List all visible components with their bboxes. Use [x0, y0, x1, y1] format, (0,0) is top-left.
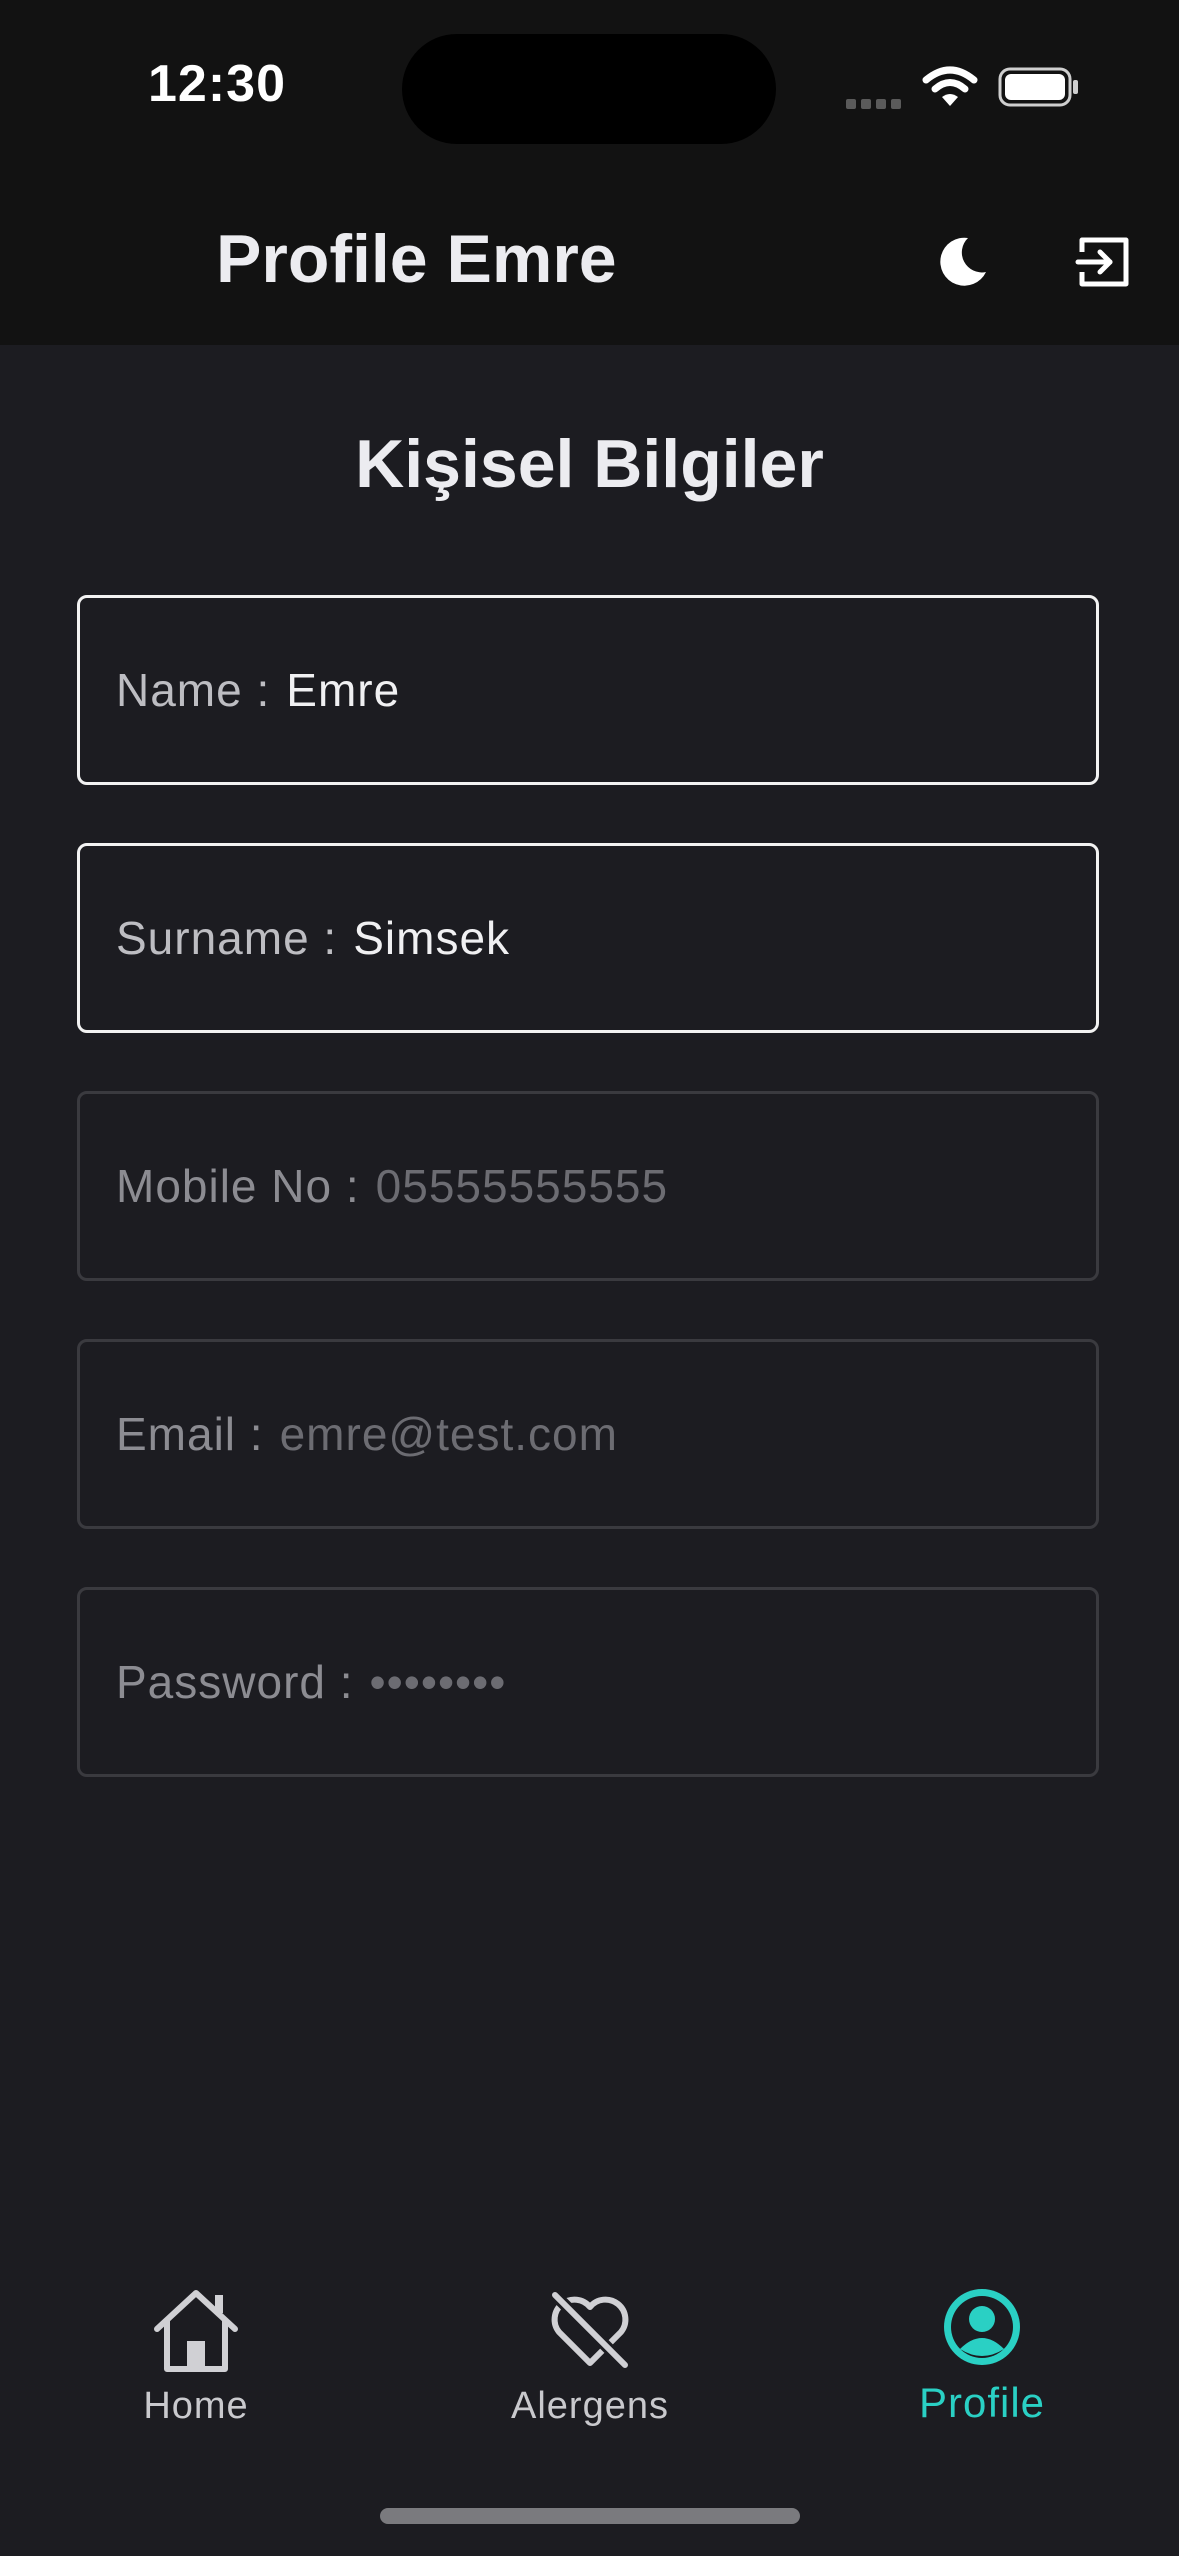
moon-icon: [940, 237, 986, 286]
name-label: Name :: [116, 664, 271, 716]
signal-icon: [846, 96, 906, 114]
app-header: Profile Emre: [0, 180, 1179, 345]
name-field[interactable]: Name : Emre: [77, 595, 1099, 785]
home-indicator[interactable]: [380, 2508, 800, 2524]
dynamic-island: [402, 34, 776, 144]
email-value: emre@test.com: [279, 1408, 618, 1460]
logout-button[interactable]: [1066, 224, 1142, 300]
tab-alergens-label: Alergens: [511, 2385, 669, 2427]
email-label: Email :: [116, 1408, 264, 1460]
section-title: Kişisel Bilgiler: [355, 426, 824, 502]
status-bar: 12:30: [0, 0, 1179, 180]
tab-alergens[interactable]: Alergens: [440, 2240, 740, 2440]
mobile-label: Mobile No :: [116, 1160, 360, 1212]
surname-field[interactable]: Surname : Simsek: [77, 843, 1099, 1033]
user-circle-icon: [944, 2289, 1020, 2365]
page-title: Profile Emre: [216, 221, 617, 297]
tab-profile-label: Profile: [918, 2379, 1046, 2426]
tab-home-label: Home: [143, 2385, 249, 2427]
email-field[interactable]: Email : emre@test.com: [77, 1339, 1099, 1529]
password-label: Password :: [116, 1656, 354, 1708]
wifi-icon: [922, 66, 978, 106]
mobile-field[interactable]: Mobile No : 05555555555: [77, 1091, 1099, 1281]
surname-label: Surname :: [116, 912, 338, 964]
heart-crossed-icon: [549, 2289, 631, 2371]
name-value: Emre: [286, 664, 401, 716]
tab-profile[interactable]: Profile: [832, 2240, 1132, 2440]
logout-icon: [1075, 237, 1129, 287]
status-time: 12:30: [148, 55, 286, 113]
battery-icon: [998, 67, 1078, 107]
home-icon: [154, 2290, 238, 2372]
surname-value: Simsek: [353, 912, 511, 964]
password-value: ••••••••: [369, 1656, 507, 1708]
password-field[interactable]: Password : ••••••••: [77, 1587, 1099, 1777]
theme-toggle-button[interactable]: [924, 224, 1000, 300]
mobile-value: 05555555555: [375, 1160, 669, 1212]
tab-bar: Home Alergens Profile: [0, 2240, 1179, 2460]
tab-home[interactable]: Home: [46, 2240, 346, 2440]
